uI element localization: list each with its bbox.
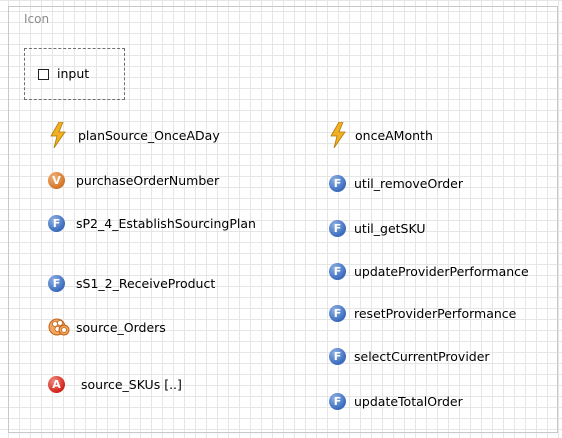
function-f-icon: F: [48, 214, 65, 232]
function-f-icon: F: [329, 304, 346, 322]
element-label: resetProviderPerformance: [354, 305, 517, 321]
function-f-icon: F: [48, 274, 65, 292]
element-onceAMonth[interactable]: onceAMonth: [328, 122, 433, 148]
function-f-icon: F: [329, 219, 346, 237]
element-label: updateTotalOrder: [354, 393, 463, 409]
event-bolt-icon: [48, 122, 68, 148]
element-resetProviderPerformance[interactable]: F resetProviderPerformance: [329, 302, 516, 324]
element-label: util_removeOrder: [354, 175, 464, 191]
element-label: sS1_2_ReceiveProduct: [76, 275, 216, 291]
element-source-SKUs[interactable]: A source_SKUs [..]: [48, 373, 182, 395]
element-updateTotalOrder[interactable]: F updateTotalOrder: [329, 390, 463, 412]
variable-v-icon: V: [48, 171, 65, 189]
input-checkbox-icon: [38, 69, 49, 80]
function-f-icon: F: [329, 262, 346, 280]
element-sP2-4-EstablishSourcingPlan[interactable]: F sP2_4_EstablishSourcingPlan: [48, 212, 256, 234]
element-label: selectCurrentProvider: [354, 348, 490, 364]
agent-population-a-icon: A: [48, 375, 65, 393]
element-label: sP2_4_EstablishSourcingPlan: [76, 215, 256, 231]
element-updateProviderPerformance[interactable]: F updateProviderPerformance: [329, 260, 529, 282]
function-f-icon: F: [329, 392, 346, 410]
function-f-icon: F: [329, 174, 346, 192]
element-label: updateProviderPerformance: [354, 263, 529, 279]
element-sS1-2-ReceiveProduct[interactable]: F sS1_2_ReceiveProduct: [48, 272, 215, 294]
element-label: util_getSKU: [354, 220, 426, 236]
element-purchaseOrderNumber[interactable]: V purchaseOrderNumber: [48, 169, 219, 191]
element-util-removeOrder[interactable]: F util_removeOrder: [329, 172, 463, 194]
element-planSource-OnceADay[interactable]: planSource_OnceADay: [48, 122, 220, 148]
collection-icon: [48, 315, 74, 339]
event-bolt-icon: [328, 122, 348, 148]
element-label: purchaseOrderNumber: [76, 172, 220, 188]
element-source-Orders[interactable]: source_Orders: [48, 316, 166, 338]
element-label: onceAMonth: [355, 127, 433, 143]
element-label: planSource_OnceADay: [78, 127, 220, 143]
input-port[interactable]: input: [24, 48, 125, 100]
function-f-icon: F: [329, 347, 346, 365]
element-label: source_Orders: [76, 319, 166, 335]
element-label: source_SKUs [..]: [81, 376, 182, 392]
element-util-getSKU[interactable]: F util_getSKU: [329, 217, 426, 239]
element-selectCurrentProvider[interactable]: F selectCurrentProvider: [329, 345, 490, 367]
section-title: Icon: [24, 12, 50, 26]
input-label: input: [57, 66, 90, 81]
